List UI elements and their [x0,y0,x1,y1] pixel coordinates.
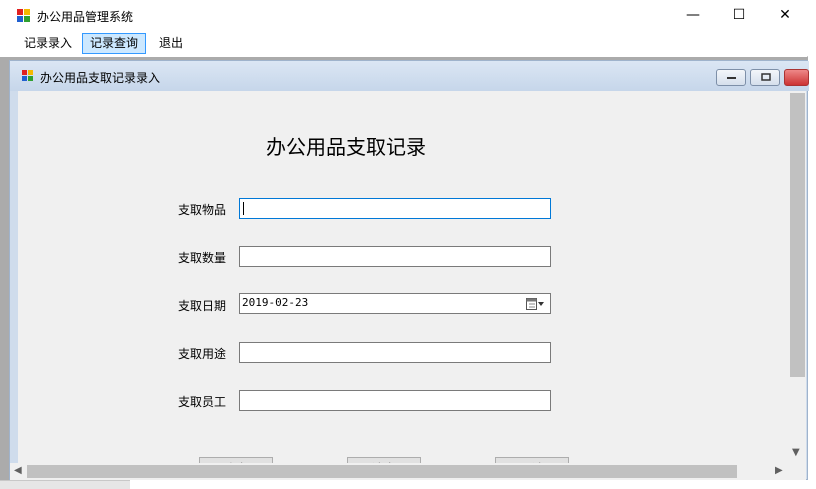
employee-input[interactable] [239,390,551,411]
scroll-right-icon[interactable]: ▶ [775,465,783,476]
close-button[interactable]: ✕ [762,0,808,30]
menu-item-exit[interactable]: 退出 [151,33,191,54]
child-window: 办公用品支取记录录入 办公用品支取记录 支取物品 支取数量 支取日期 2019-… [9,60,809,480]
label-quantity: 支取数量 [178,251,227,265]
child-close-button[interactable] [784,69,809,86]
child-minimize-button[interactable] [716,69,746,86]
quantity-input[interactable] [239,246,551,267]
form-client-area: 办公用品支取记录 支取物品 支取数量 支取日期 2019-02-23 支取用途 [18,91,789,463]
scroll-left-icon[interactable]: ◀ [14,465,22,476]
close-icon: ✕ [779,7,791,23]
label-employee: 支取员工 [178,395,227,409]
purpose-input[interactable] [239,342,551,363]
main-window: 办公用品管理系统 — ☐ ✕ 记录录入 记录查询 退出 办公用品支取记录录入 办… [0,0,809,480]
vertical-scrollbar[interactable]: ▼ [789,91,806,463]
form-heading: 办公用品支取记录 [266,135,426,159]
text-caret [243,202,244,215]
horizontal-scrollbar[interactable]: ◀ ▶ [10,463,806,480]
scroll-down-icon[interactable]: ▼ [792,447,800,458]
child-titlebar[interactable]: 办公用品支取记录录入 [10,61,809,91]
label-purpose: 支取用途 [178,347,227,361]
child-app-icon [22,70,33,81]
label-item: 支取物品 [178,203,227,217]
date-value: 2019-02-23 [242,296,309,309]
horizontal-scroll-thumb[interactable] [27,465,737,478]
menu-item-record-query[interactable]: 记录查询 [82,33,147,54]
app-icon [17,9,30,22]
minimize-button[interactable]: — [670,0,716,30]
menu-item-record-entry[interactable]: 记录录入 [16,33,80,54]
child-window-title: 办公用品支取记录录入 [40,71,161,85]
window-titlebar: 办公用品管理系统 — ☐ ✕ [0,0,808,32]
maximize-icon: ☐ [732,7,746,23]
minimize-icon [727,77,736,79]
app-title: 办公用品管理系统 [37,10,134,24]
vertical-scroll-thumb[interactable] [790,93,805,377]
minimize-icon: — [686,7,700,23]
restore-icon [761,73,771,81]
menu-bar: 记录录入 记录查询 退出 [0,32,808,56]
maximize-button[interactable]: ☐ [716,0,762,30]
date-picker[interactable]: 2019-02-23 [239,293,551,314]
background-window-strip [0,480,130,489]
label-date: 支取日期 [178,299,227,313]
item-input[interactable] [239,198,551,219]
child-restore-button[interactable] [750,69,780,86]
calendar-dropdown-icon[interactable] [526,297,545,311]
